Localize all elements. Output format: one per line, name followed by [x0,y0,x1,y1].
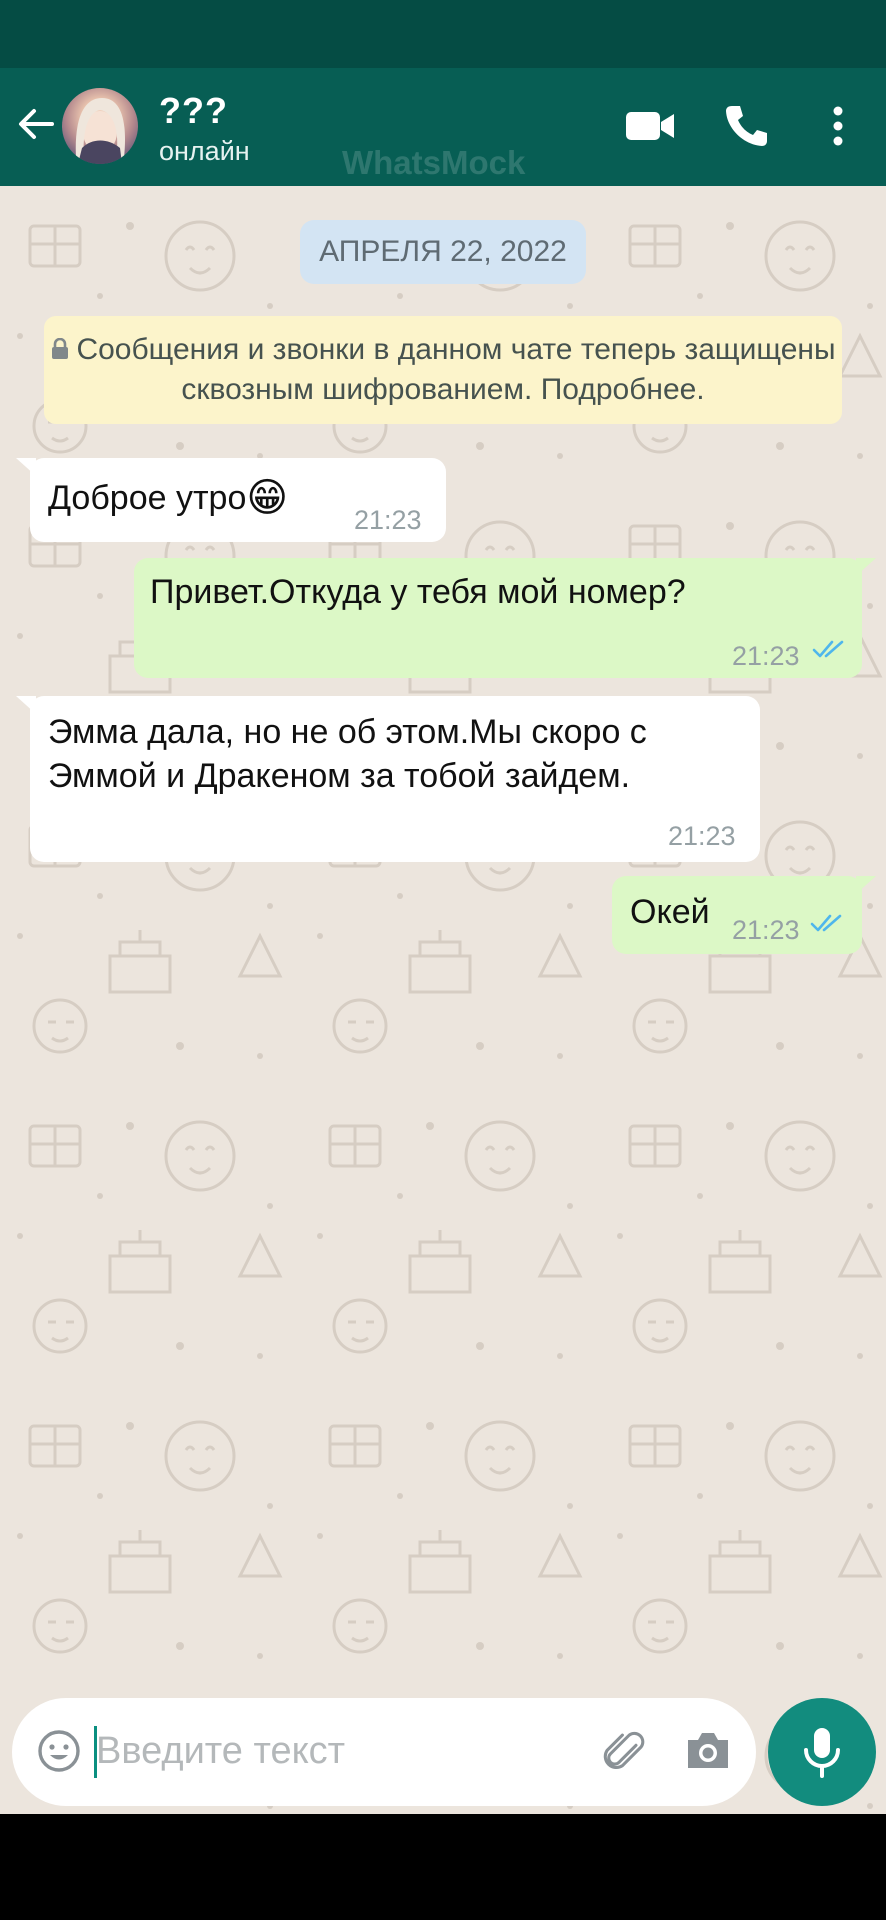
message-bubble-out[interactable]: Окей 21:23 [612,876,876,954]
status-bar [0,0,886,68]
message-bubble-in[interactable]: Доброе утро😁 21:23 [16,458,446,542]
message-bubble-out[interactable]: Привет.Откуда у тебя мой номер? 21:23 [134,558,876,678]
mic-button[interactable] [768,1698,876,1806]
bottom-bar [0,1814,886,1920]
encryption-notice-text: Сообщения и звонки в данном чате теперь … [76,333,836,406]
more-vert-icon[interactable] [820,102,856,150]
message-text: Привет.Откуда у тебя мой номер? [150,573,686,611]
video-call-icon[interactable] [624,102,676,150]
message-input[interactable]: Введите текст [96,1730,345,1773]
message-time: 21:23 [354,505,422,535]
contact-avatar[interactable] [62,88,138,164]
message-text: Доброе утро😁 [48,476,289,520]
message-time: 21:23 [732,915,800,945]
microphone-icon [804,1728,840,1778]
message-time: 21:23 [732,641,800,671]
doodle-wallpaper [0,186,886,1814]
message-text: Эмма дала, но не об этом.Мы скоро с Эммо… [48,713,647,795]
encryption-notice[interactable]: Сообщения и звонки в данном чате теперь … [44,316,842,424]
phone-icon[interactable] [722,102,774,150]
emoji-icon[interactable] [36,1728,82,1774]
back-arrow-icon[interactable] [14,102,58,146]
message-time: 21:23 [668,821,736,851]
grin-emoji: 😁 [246,476,289,520]
paperclip-icon[interactable] [598,1724,654,1780]
camera-icon[interactable] [684,1728,732,1772]
chat-header: ??? онлайн WhatsMock [0,68,886,186]
lock-icon [52,338,69,359]
contact-status: онлайн [159,136,250,166]
contact-name[interactable]: ??? [159,90,228,132]
date-chip: АПРЕЛЯ 22, 2022 [300,220,586,284]
double-check-icon [812,640,844,658]
chat-area[interactable]: АПРЕЛЯ 22, 2022 Сообщения и звонки в дан… [0,186,886,1814]
message-composer[interactable]: Введите текст [12,1698,756,1806]
double-check-icon [810,914,842,932]
message-bubble-in[interactable]: Эмма дала, но не об этом.Мы скоро с Эммо… [16,696,760,862]
app-watermark: WhatsMock [342,144,526,181]
message-text: Окей [630,893,710,931]
